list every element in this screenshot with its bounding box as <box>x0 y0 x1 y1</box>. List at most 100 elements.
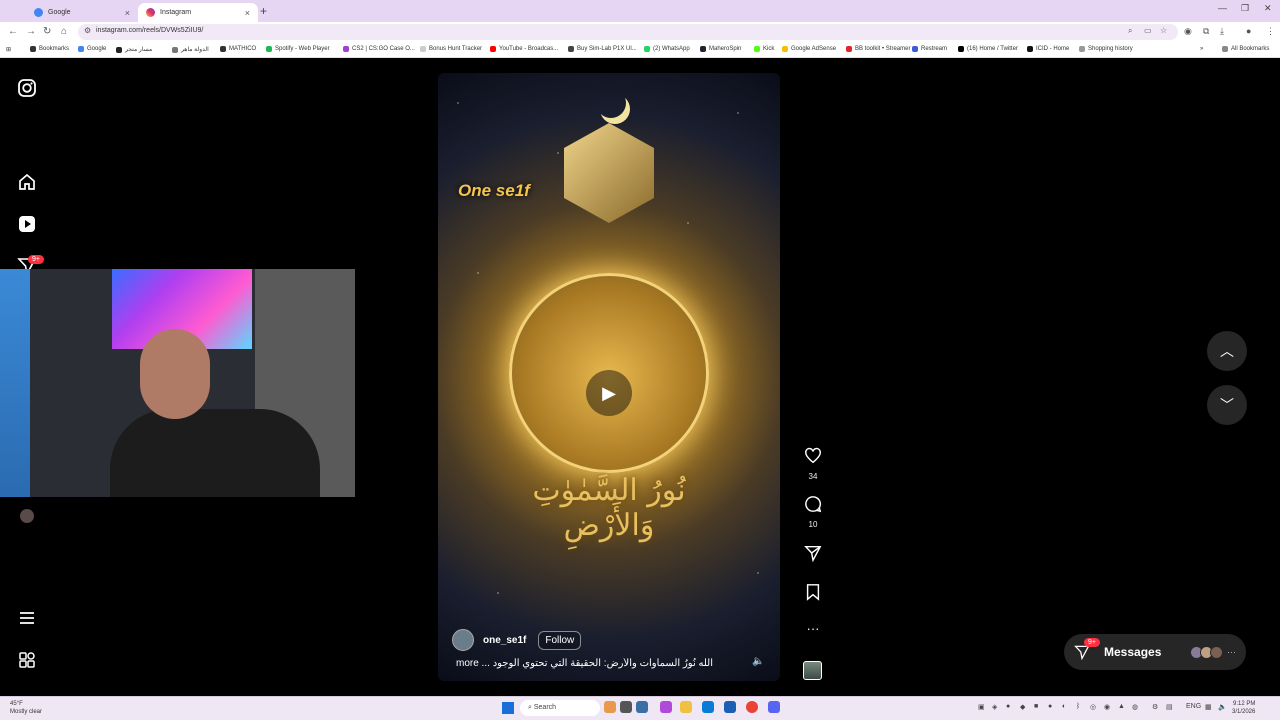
previous-reel-chevron-up-icon[interactable]: ︿ <box>1207 331 1247 371</box>
maximize-icon[interactable]: ❐ <box>1241 3 1249 14</box>
cast-icon[interactable]: ▭ <box>1144 26 1152 35</box>
minimize-icon[interactable]: — <box>1218 3 1227 13</box>
tray-app-icon[interactable]: ◐ <box>1062 703 1066 710</box>
tray-app-icon[interactable]: ⚙ <box>1152 703 1158 711</box>
zoom-icon[interactable]: ⌕ <box>1128 26 1132 36</box>
more-link[interactable]: more ... <box>456 658 490 669</box>
play-icon[interactable]: ▶ <box>586 370 632 416</box>
bookmark-item[interactable]: Shopping history <box>1079 46 1133 52</box>
extensions-puzzle-icon[interactable]: ⧉ <box>1203 26 1209 37</box>
home-nav-icon[interactable] <box>17 172 37 192</box>
comment-action[interactable]: 10 <box>802 495 824 529</box>
back-icon[interactable]: ← <box>8 26 18 37</box>
tab-google[interactable]: Google × <box>26 3 138 22</box>
bookmark-item[interactable]: Bonus Hunt Tracker <box>420 46 482 52</box>
profile-avatar[interactable] <box>20 509 34 523</box>
follow-button[interactable]: Follow <box>538 630 582 650</box>
next-reel-chevron-down-icon[interactable]: ﹀ <box>1207 385 1247 425</box>
tray-app-icon[interactable]: ▣ <box>978 703 985 711</box>
taskbar-app-icon[interactable] <box>724 701 736 713</box>
extension-icon[interactable]: ◉ <box>1184 26 1192 37</box>
bookmark-item[interactable]: MATHICO <box>220 46 256 52</box>
system-clock[interactable]: 9:12 PM 3/1/2026 <box>1232 700 1255 716</box>
reel-video[interactable]: One se1f نُورُ السَّمٰوٰتِ وَالأَرْضِ ▶ … <box>438 73 780 681</box>
address-bar[interactable]: ⚙ instagram.com/reels/DVWs5ZiIU9/ ⌕ ▭ ☆ <box>78 24 1178 40</box>
taskbar-search[interactable]: ⌕ Search <box>520 700 600 716</box>
reels-nav-icon[interactable] <box>17 214 37 234</box>
weather-widget[interactable]: 45°F Mostly clear <box>10 700 42 716</box>
instagram-logo-icon[interactable] <box>17 78 37 98</box>
tray-app-icon[interactable]: ◉ <box>1104 703 1110 711</box>
bookmark-item[interactable]: مسار متجر <box>116 46 152 53</box>
apps-grid-icon[interactable]: ⊞ <box>6 46 11 53</box>
discord-icon[interactable] <box>768 701 780 713</box>
close-tab-icon[interactable]: × <box>245 8 250 18</box>
file-explorer-icon[interactable] <box>680 701 692 713</box>
bookmark-item[interactable]: BB toolkit • Streamer <box>846 46 910 52</box>
network-icon[interactable]: ▦ <box>1205 703 1212 711</box>
all-bookmarks[interactable]: All Bookmarks <box>1222 46 1269 52</box>
bookmark-item[interactable]: Buy Sim-Lab P1X Ul... <box>568 46 637 52</box>
taskbar-app-icon[interactable] <box>604 701 616 713</box>
language-indicator[interactable]: ENG <box>1186 703 1201 710</box>
bookmark-item[interactable]: ICID - Home <box>1027 46 1069 52</box>
bookmark-item[interactable]: CS2 | CS:GO Case O... <box>343 46 415 52</box>
share-action[interactable] <box>802 544 824 567</box>
downloads-icon[interactable]: ⤓ <box>1220 26 1224 37</box>
volume-icon[interactable]: 🔈 <box>1218 703 1227 711</box>
reel-caption[interactable]: more ... الله نُورُ السماوات والأرض: الح… <box>456 658 726 669</box>
bluetooth-icon[interactable]: ᛒ <box>1076 703 1080 710</box>
bookmark-item[interactable]: Kick <box>754 46 774 52</box>
bookmark-item[interactable]: Google <box>78 46 106 52</box>
taskbar-app-icon[interactable] <box>660 701 672 713</box>
tray-app-icon[interactable]: ◆ <box>1020 703 1025 711</box>
more-options-icon[interactable]: ··· <box>802 621 824 636</box>
home-icon[interactable]: ⌂ <box>61 26 67 37</box>
save-action[interactable] <box>802 583 824 606</box>
tray-app-icon[interactable]: ◈ <box>992 703 997 711</box>
share-icon[interactable] <box>804 544 822 563</box>
edge-browser-icon[interactable] <box>702 701 714 713</box>
profile-avatar-icon[interactable]: ● <box>1246 26 1251 36</box>
menu-hamburger-icon[interactable] <box>17 608 37 628</box>
more-bookmarks-icon[interactable]: » <box>1200 46 1203 52</box>
bookmark-icon[interactable] <box>804 583 822 601</box>
bookmark-item[interactable]: (2) WhatsApp <box>644 46 690 52</box>
site-info-icon[interactable]: ⚙ <box>84 26 91 35</box>
tray-app-icon[interactable]: ◎ <box>1090 703 1096 711</box>
tray-app-icon[interactable]: ◍ <box>1132 703 1138 711</box>
tray-app-icon[interactable]: ▲ <box>1118 703 1125 710</box>
bookmark-item[interactable]: YouTube - Broadcas... <box>490 46 558 52</box>
messages-button[interactable]: 9+ Messages ··· <box>1064 634 1246 670</box>
volume-icon[interactable]: 🔈 <box>752 656 764 667</box>
bookmark-item[interactable]: Restream <box>912 46 947 52</box>
tray-app-icon[interactable]: ■ <box>1034 703 1038 710</box>
comment-icon[interactable] <box>804 495 822 513</box>
heart-icon[interactable] <box>804 447 822 465</box>
author-avatar[interactable] <box>452 629 474 651</box>
reload-icon[interactable]: ↻ <box>43 26 51 37</box>
bookmark-item[interactable]: Bookmarks <box>30 46 69 52</box>
chrome-icon[interactable] <box>746 701 758 713</box>
menu-kebab-icon[interactable]: ⋮ <box>1266 26 1275 37</box>
bookmark-star-icon[interactable]: ☆ <box>1160 26 1167 35</box>
tray-app-icon[interactable]: ● <box>1048 703 1052 710</box>
bookmark-item[interactable]: MaheroSpin <box>700 46 741 52</box>
bookmark-item[interactable]: (16) Home / Twitter <box>958 46 1018 52</box>
close-tab-icon[interactable]: × <box>125 8 130 18</box>
audio-thumbnail[interactable] <box>803 661 822 680</box>
tray-app-icon[interactable]: ▤ <box>1166 703 1173 711</box>
taskbar-app-icon[interactable] <box>620 701 632 713</box>
windows-start-icon[interactable] <box>502 702 514 714</box>
forward-icon[interactable]: → <box>26 26 36 37</box>
like-action[interactable]: 34 <box>802 447 824 481</box>
tray-app-icon[interactable]: ● <box>1006 703 1010 710</box>
new-tab-icon[interactable]: + <box>260 4 267 18</box>
tab-instagram[interactable]: Instagram × <box>138 3 258 22</box>
author-username[interactable]: one_se1f <box>483 635 526 646</box>
close-window-icon[interactable]: ✕ <box>1264 3 1272 14</box>
bookmark-item[interactable]: Google AdSense <box>782 46 836 52</box>
also-from-meta-icon[interactable] <box>17 650 37 670</box>
bookmark-item[interactable]: Spotify - Web Player <box>266 46 330 52</box>
bookmark-item[interactable]: الدولة ماهر <box>172 46 209 53</box>
